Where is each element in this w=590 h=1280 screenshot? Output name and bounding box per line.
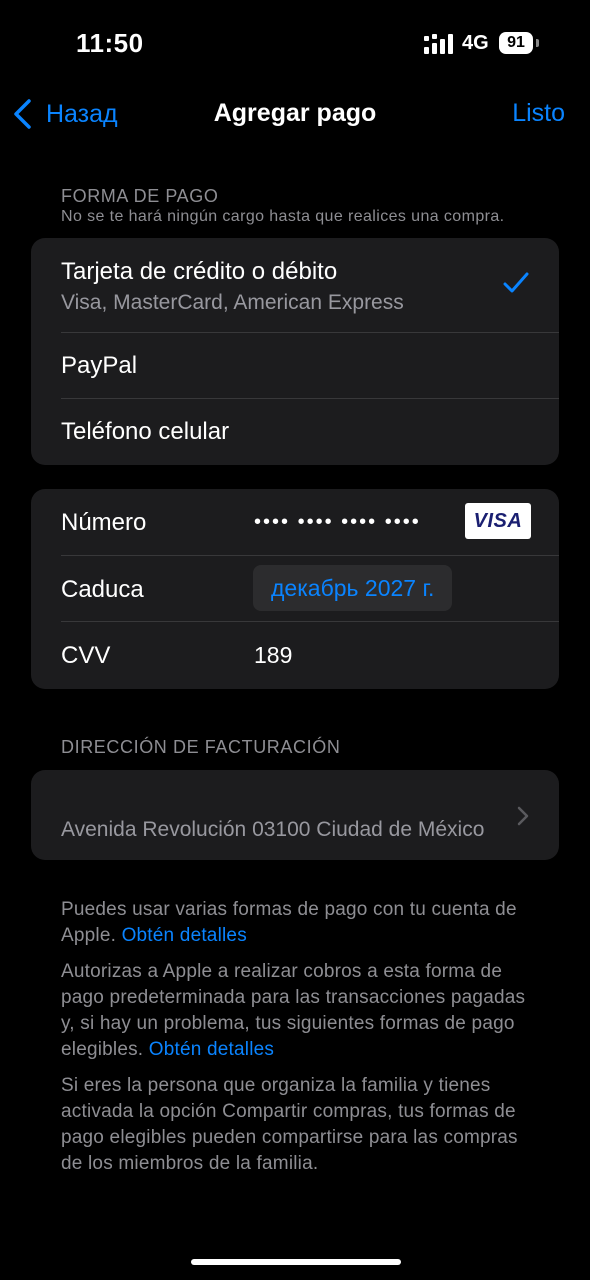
payment-option-sublabel: Visa, MasterCard, American Express bbox=[61, 291, 404, 314]
expiry-date-picker[interactable]: декабрь 2027 г. bbox=[253, 565, 453, 611]
home-indicator[interactable] bbox=[191, 1259, 401, 1265]
payment-option-label: PayPal bbox=[61, 352, 138, 379]
expiry-row[interactable]: Caduca декабрь 2027 г. bbox=[31, 555, 559, 621]
payment-method-list: Tarjeta de crédito o débito Visa, Master… bbox=[31, 238, 559, 465]
chevron-right-icon bbox=[517, 806, 529, 826]
payment-option-phone[interactable]: Teléfono celular bbox=[31, 398, 559, 464]
footer-text: Autorizas a Apple a realizar cobros a es… bbox=[61, 961, 526, 1060]
payment-option-label: Teléfono celular bbox=[61, 418, 230, 445]
billing-address-value: Avenida Revolución 03100 Ciudad de Méxic… bbox=[61, 818, 485, 841]
learn-more-link[interactable]: Obtén detalles bbox=[149, 1039, 274, 1060]
cvv-row[interactable]: CVV 189 bbox=[31, 621, 559, 687]
payment-option-paypal[interactable]: PayPal bbox=[31, 332, 559, 398]
screen: 11:50 4G 91 Назад Agregar pago Listo FOR… bbox=[0, 0, 590, 1280]
payment-method-header: FORMA DE PAGO bbox=[61, 186, 219, 206]
done-button[interactable]: Listo bbox=[512, 99, 565, 128]
card-number-row[interactable]: Número •••• •••• •••• •••• VISA bbox=[31, 489, 559, 555]
footer-paragraph-3: Si eres la persona que organiza la famil… bbox=[61, 1073, 541, 1177]
billing-address-row[interactable]: Avenida Revolución 03100 Ciudad de Méxic… bbox=[31, 770, 559, 860]
battery-tip bbox=[536, 39, 539, 47]
card-number-field[interactable]: •••• •••• •••• •••• bbox=[254, 511, 454, 534]
status-time: 11:50 bbox=[76, 28, 144, 58]
cvv-label: CVV bbox=[61, 642, 111, 669]
expiry-label: Caduca bbox=[61, 576, 144, 603]
learn-more-link[interactable]: Obtén detalles bbox=[122, 925, 247, 946]
card-details-form: Número •••• •••• •••• •••• VISA Caduca д… bbox=[31, 489, 559, 689]
visa-logo-icon: VISA bbox=[465, 503, 531, 539]
network-type: 4G bbox=[462, 32, 489, 54]
billing-address-header: DIRECCIÓN DE FACTURACIÓN bbox=[61, 737, 341, 757]
footer-text: Si eres la persona que organiza la famil… bbox=[61, 1075, 518, 1174]
card-number-label: Número bbox=[61, 509, 147, 536]
battery-icon: 91 bbox=[499, 32, 539, 54]
footer-paragraph-2: Autorizas a Apple a realizar cobros a es… bbox=[61, 959, 541, 1063]
footer-paragraph-1: Puedes usar varias formas de pago con tu… bbox=[61, 897, 541, 949]
battery-level: 91 bbox=[499, 32, 533, 54]
payment-option-label: Tarjeta de crédito o débito bbox=[61, 258, 338, 285]
payment-option-card[interactable]: Tarjeta de crédito o débito Visa, Master… bbox=[31, 238, 559, 332]
status-bar: 11:50 4G 91 bbox=[0, 0, 590, 88]
cellular-signal-icon bbox=[424, 34, 453, 54]
page-title: Agregar pago bbox=[213, 99, 377, 127]
checkmark-icon bbox=[503, 272, 529, 293]
payment-method-subheader: No se te hará ningún cargo hasta que rea… bbox=[61, 208, 505, 225]
cvv-field[interactable]: 189 bbox=[254, 642, 292, 669]
